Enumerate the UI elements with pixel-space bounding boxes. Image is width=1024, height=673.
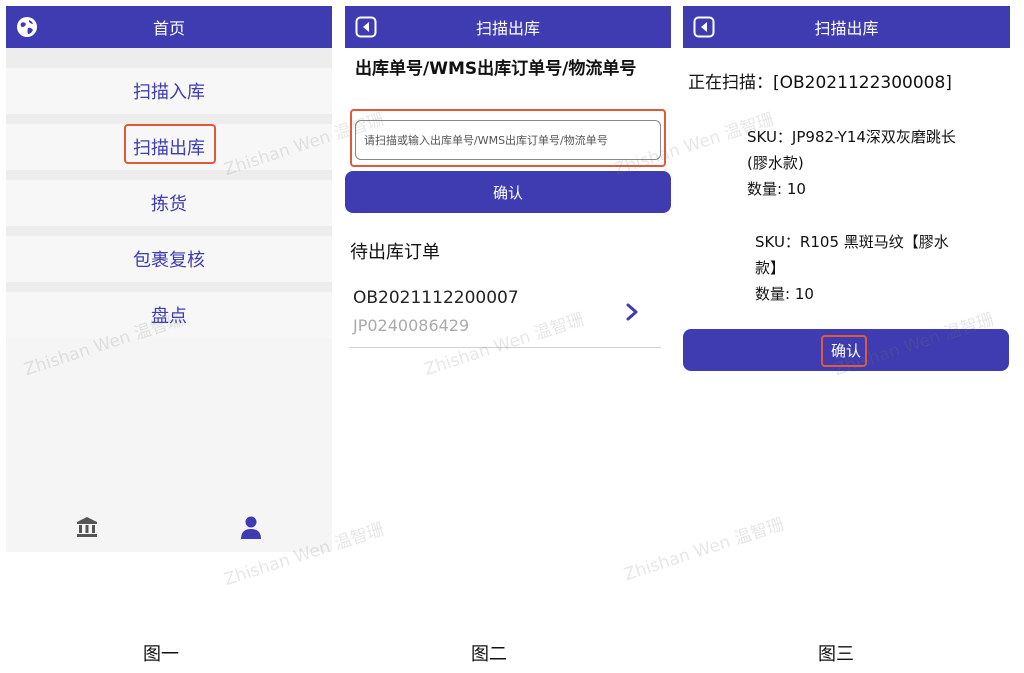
user-icon[interactable] (240, 516, 262, 540)
screen-home: 首页 扫描入库 扫描出库 拣货 包裹复核 盘点 (6, 6, 332, 552)
menu-item-scan-in[interactable]: 扫描入库 (6, 68, 332, 114)
screen-scan-out: 扫描出库 出库单号/WMS出库订单号/物流单号 确认 待出库订单 OB20211… (345, 6, 671, 552)
scanning-header: 扫描出库 (683, 6, 1010, 48)
sku-item-1: SKU：JP982-Y14深双灰磨跳长 (膠水款) 数量: 10 (747, 124, 1007, 202)
caption-figure-3: 图三 (818, 644, 854, 665)
sku-item-2: SKU：R105 黑斑马纹【膠水 款】 数量: 10 (755, 229, 1005, 307)
menu-item-picking[interactable]: 拣货 (6, 180, 332, 226)
pending-orders-title: 待出库订单 (350, 242, 440, 263)
caption-figure-1: 图一 (143, 644, 179, 665)
sku-name-cont: 款】 (755, 259, 786, 277)
field-label: 出库单号/WMS出库订单号/物流单号 (355, 59, 637, 79)
scan-out-header: 扫描出库 (345, 6, 671, 48)
tracking-number: JP0240086429 (353, 316, 470, 335)
bank-icon[interactable] (76, 516, 98, 538)
caption-figure-2: 图二 (471, 644, 507, 665)
highlight-box (124, 124, 216, 164)
screen-scanning: 扫描出库 正在扫描：[OB2021122300008] SKU：JP982-Y1… (683, 6, 1010, 552)
confirm-label: 确认 (492, 183, 523, 202)
back-icon[interactable] (693, 16, 715, 38)
sku-name: SKU：R105 黑斑马纹【膠水 (755, 233, 949, 251)
scanning-status: 正在扫描：[OB2021122300008] (688, 73, 952, 93)
scanning-title: 扫描出库 (814, 19, 879, 38)
sku-name-cont: (膠水款) (747, 154, 804, 172)
sku-name: SKU：JP982-Y14深双灰磨跳长 (747, 128, 956, 146)
sku-quantity: 数量: 10 (747, 180, 806, 198)
scan-out-title: 扫描出库 (475, 19, 540, 38)
home-header: 首页 (6, 6, 332, 48)
chevron-right-icon[interactable] (625, 302, 639, 322)
menu-item-label: 拣货 (151, 194, 187, 215)
menu-item-label: 扫描入库 (133, 82, 205, 103)
globe-icon[interactable] (16, 16, 38, 38)
sku-quantity: 数量: 10 (755, 285, 814, 303)
menu-item-label: 包裹复核 (133, 250, 205, 271)
home-title: 首页 (152, 19, 185, 38)
back-icon[interactable] (355, 16, 377, 38)
order-id: OB2021112200007 (353, 288, 519, 308)
menu-item-package-review[interactable]: 包裹复核 (6, 236, 332, 282)
